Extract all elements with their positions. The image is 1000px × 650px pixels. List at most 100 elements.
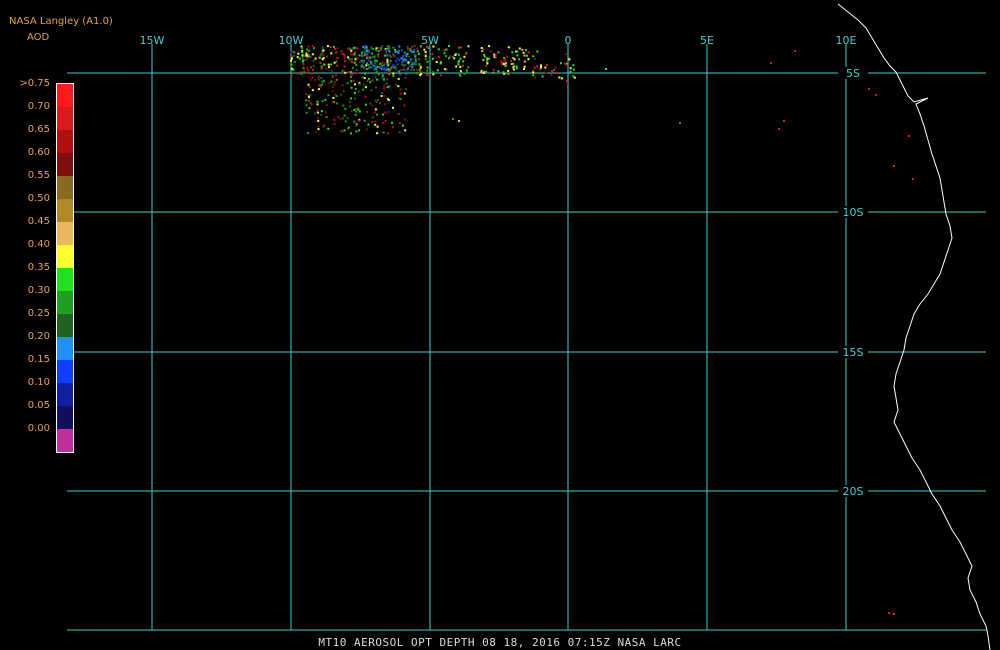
aod-pixel xyxy=(347,71,350,74)
aod-pixel xyxy=(410,58,413,61)
aod-pixel xyxy=(317,117,320,120)
aod-pixel xyxy=(423,48,426,51)
aod-pixel xyxy=(331,75,334,78)
aod-pixel xyxy=(302,68,305,71)
latitude-label: 15S xyxy=(843,346,864,359)
aod-pixel xyxy=(354,114,357,116)
aod-pixel xyxy=(437,48,440,51)
aod-pixel xyxy=(363,119,366,122)
aod-pixel xyxy=(492,71,495,74)
aod-pixel xyxy=(321,66,324,69)
aod-pixel xyxy=(493,68,495,71)
aod-pixel xyxy=(391,126,394,129)
aod-pixel xyxy=(302,64,305,67)
aod-pixel xyxy=(367,77,370,80)
legend-label: 0.60 xyxy=(27,147,50,158)
aod-pixel xyxy=(381,74,384,77)
aod-pixel xyxy=(908,135,910,137)
aod-pixel xyxy=(558,76,561,79)
aod-pixel xyxy=(366,80,369,82)
aod-pixel xyxy=(386,98,389,101)
aod-pixel xyxy=(488,45,491,48)
aod-pixel xyxy=(379,62,382,65)
aod-pixel xyxy=(518,47,521,50)
aod-pixel xyxy=(346,117,349,120)
aod-pixel xyxy=(355,110,358,113)
aod-pixel xyxy=(316,111,319,114)
aod-pixel xyxy=(331,80,334,83)
aod-pixel xyxy=(319,85,322,88)
aod-pixel xyxy=(347,126,350,129)
aod-pixel xyxy=(377,53,380,56)
aod-pixel xyxy=(560,62,562,65)
aod-pixel xyxy=(293,51,296,54)
aod-pixel xyxy=(336,47,339,50)
aod-pixel xyxy=(770,62,772,64)
aod-pixel xyxy=(486,62,489,65)
aod-pixel xyxy=(405,69,408,72)
aod-pixel xyxy=(364,72,367,75)
aod-pixel xyxy=(296,73,299,76)
aod-pixel xyxy=(912,178,914,180)
aod-pixel xyxy=(369,56,372,59)
aod-pixel xyxy=(388,54,391,57)
aod-pixel xyxy=(432,73,435,76)
aod-pixel xyxy=(381,76,384,79)
legend-label: 0.20 xyxy=(27,331,50,342)
aod-pixel xyxy=(319,62,322,64)
aod-pixel xyxy=(516,54,519,57)
aod-pixel xyxy=(384,103,386,106)
aod-pixel xyxy=(368,66,371,69)
aod-pixel xyxy=(415,71,418,74)
aod-pixel xyxy=(311,89,314,92)
aod-pixel xyxy=(374,99,377,102)
aod-pixel xyxy=(321,100,324,103)
aod-pixel xyxy=(386,54,389,57)
aod-pixel xyxy=(364,46,367,49)
aod-pixel xyxy=(413,54,416,57)
aod-pixel xyxy=(445,55,447,58)
aod-pixel xyxy=(458,120,460,122)
aod-pixel xyxy=(459,65,462,68)
lat-lon-grid xyxy=(67,44,986,631)
aod-pixel xyxy=(343,114,346,117)
aod-pixel xyxy=(482,58,485,61)
aod-pixel xyxy=(355,130,358,133)
aod-pixel xyxy=(358,110,361,113)
aod-pixel xyxy=(336,57,339,60)
aod-pixel xyxy=(341,117,344,120)
aod-pixel xyxy=(313,47,315,50)
aod-pixel xyxy=(402,56,405,59)
aod-pixel xyxy=(511,51,514,54)
aod-pixel xyxy=(336,64,339,67)
aod-pixel xyxy=(466,71,468,74)
aod-pixel xyxy=(448,57,451,60)
aod-pixel xyxy=(307,45,310,48)
aod-pixel xyxy=(545,65,548,67)
aod-pixel xyxy=(317,125,320,128)
aod-pixel xyxy=(341,84,344,87)
aod-pixel xyxy=(393,66,396,69)
aod-pixel xyxy=(376,78,379,81)
aod-pixel xyxy=(458,72,460,75)
aod-pixel xyxy=(384,54,387,57)
product-label: AOD xyxy=(27,32,50,43)
aod-pixel xyxy=(398,122,401,124)
aod-pixel xyxy=(373,111,376,114)
aod-pixel xyxy=(378,72,380,75)
aod-pixel xyxy=(403,104,406,107)
aod-pixel xyxy=(467,66,470,69)
aod-pixel xyxy=(350,97,353,100)
aod-pixel xyxy=(381,61,384,64)
aod-pixel xyxy=(401,124,404,127)
aod-pixel xyxy=(350,49,353,52)
aod-pixel xyxy=(379,102,381,105)
aod-pixel xyxy=(314,57,317,60)
aod-pixel xyxy=(343,56,346,59)
aod-pixel xyxy=(399,88,402,91)
legend-label: >0.75 xyxy=(19,78,50,89)
aod-pixel xyxy=(399,69,402,72)
aod-pixel xyxy=(534,76,537,79)
aod-pixel xyxy=(452,118,454,120)
aod-pixel xyxy=(307,69,310,72)
